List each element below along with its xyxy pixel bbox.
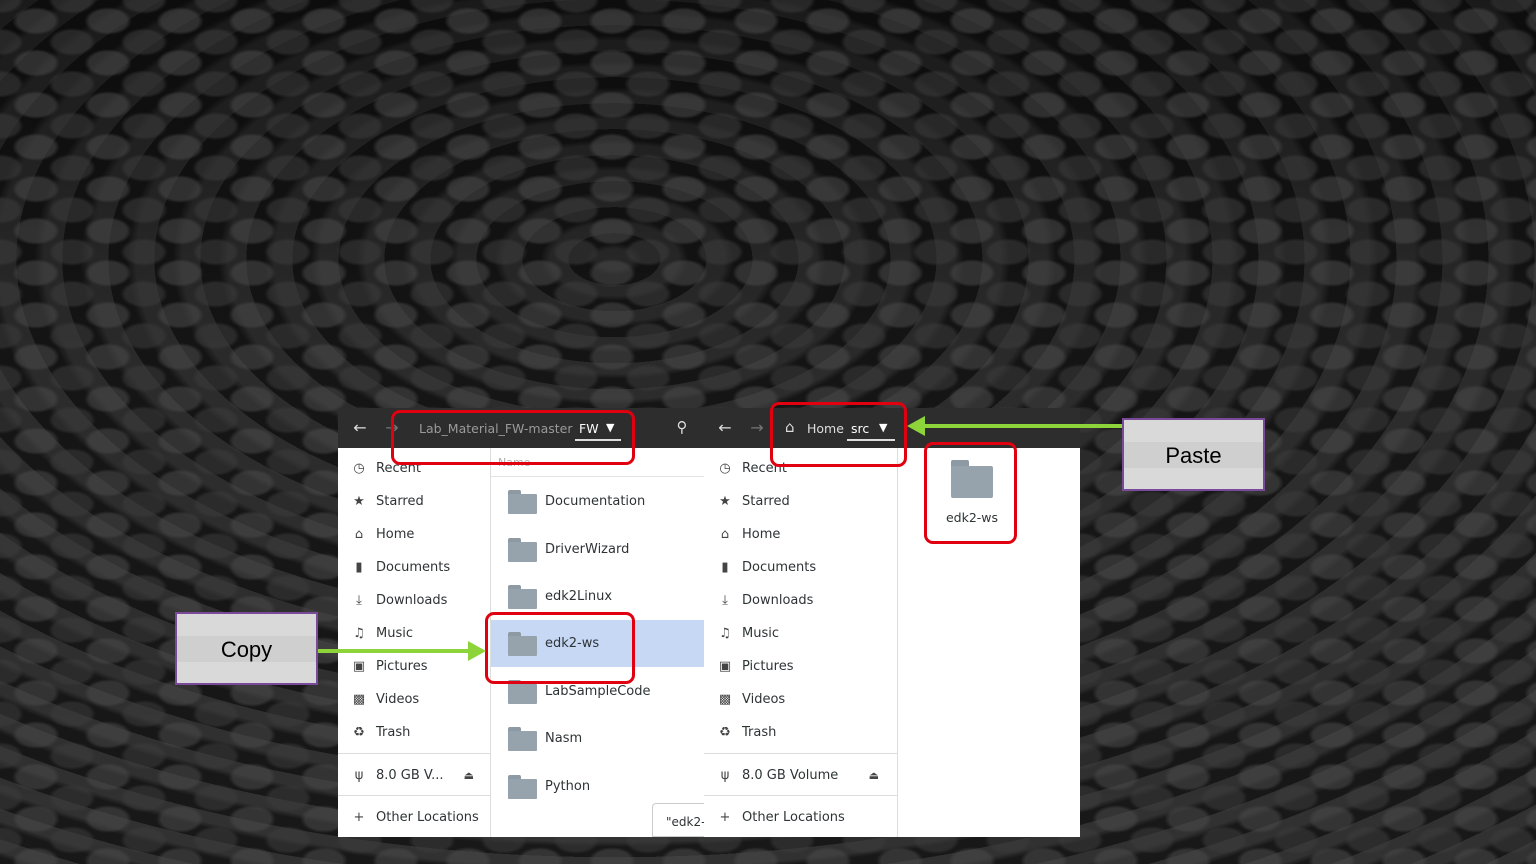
sidebar-item-trash[interactable]: ♻ Trash [704,716,897,749]
plus-icon: + [353,810,365,825]
sidebar-item-documents[interactable]: ▮ Documents [704,551,897,584]
video-icon: ▩ [718,692,732,707]
right-file-manager: ← → ⌂ Home src ▼ ◷ Recent ★ Starred ⌂ Home … [704,408,1080,837]
folder-icon [508,537,537,562]
sidebar-item-home[interactable]: ⌂ Home [704,518,897,551]
forward-icon[interactable]: → [747,418,767,437]
search-icon[interactable]: ⚲ [672,418,692,436]
folder-icon [508,584,537,609]
highlight-left-path [391,410,635,465]
eject-icon[interactable]: ⏏ [869,769,879,782]
clock-icon: ◷ [353,461,365,476]
music-icon: ♫ [719,626,731,641]
list-item[interactable]: Documentation [491,478,704,525]
copy-label: Copy [220,637,273,662]
copy-arrowhead [468,641,486,661]
paste-arrow [922,424,1122,428]
sidebar-item-videos[interactable]: ▩ Videos [338,683,490,716]
document-icon: ▮ [355,560,363,575]
list-item[interactable]: DriverWizard [491,526,704,573]
divider [704,753,897,754]
folder-icon [508,726,537,751]
status-tooltip: "edk2- [652,803,704,837]
divider [704,795,897,796]
trash-icon: ♻ [719,725,731,740]
back-icon[interactable]: ← [715,418,735,437]
sidebar-item-videos[interactable]: ▩ Videos [704,683,897,716]
header-divider [491,476,704,477]
copy-arrow [318,649,472,653]
paste-callout: Paste [1122,418,1265,491]
sidebar-item-home[interactable]: ⌂ Home [338,518,490,551]
highlight-right-path [770,402,907,467]
plus-icon: + [719,810,731,825]
sidebar-item-documents[interactable]: ▮ Documents [338,551,490,584]
usb-icon: ψ [720,768,730,783]
highlight-selected-file [485,612,635,684]
sidebar-item-downloads[interactable]: ⤓ Downloads [338,584,490,617]
paste-label: Paste [1165,443,1222,468]
folder-icon [508,774,537,799]
folder-icon [508,489,537,514]
picture-icon: ▣ [718,659,732,674]
sidebar-item-volume[interactable]: ψ 8.0 GB V... ⏏ [338,759,490,792]
highlight-pasted-folder [924,442,1017,544]
sidebar-item-other-locations[interactable]: + Other Locations [704,801,897,834]
clock-icon: ◷ [719,461,731,476]
eject-icon[interactable]: ⏏ [464,769,474,782]
paste-arrowhead [907,416,925,436]
home-icon: ⌂ [720,527,730,542]
star-icon: ★ [353,494,365,509]
divider [338,795,490,796]
list-item[interactable]: Nasm [491,715,704,762]
video-icon: ▩ [352,692,366,707]
sidebar-item-trash[interactable]: ♻ Trash [338,716,490,749]
back-icon[interactable]: ← [350,418,370,437]
star-icon: ★ [719,494,731,509]
divider [338,753,490,754]
trash-icon: ♻ [353,725,365,740]
usb-icon: ψ [354,768,364,783]
home-icon: ⌂ [354,527,364,542]
music-icon: ♫ [353,626,365,641]
sidebar-item-downloads[interactable]: ⤓ Downloads [704,584,897,617]
sidebar-item-starred[interactable]: ★ Starred [338,485,490,518]
document-icon: ▮ [721,560,729,575]
sidebar-item-volume[interactable]: ψ 8.0 GB Volume ⏏ [704,759,897,792]
download-icon: ⤓ [722,593,728,608]
picture-icon: ▣ [352,659,366,674]
sidebar-item-pictures[interactable]: ▣ Pictures [704,650,897,683]
sidebar-item-other-locations[interactable]: + Other Locations [338,801,490,834]
download-icon: ⤓ [356,593,362,608]
right-sidebar: ◷ Recent ★ Starred ⌂ Home ▮ Documents ⤓ Downl… [704,448,898,837]
copy-callout: Copy [175,612,318,685]
sidebar-item-music[interactable]: ♫ Music [704,617,897,650]
sidebar-item-starred[interactable]: ★ Starred [704,485,897,518]
